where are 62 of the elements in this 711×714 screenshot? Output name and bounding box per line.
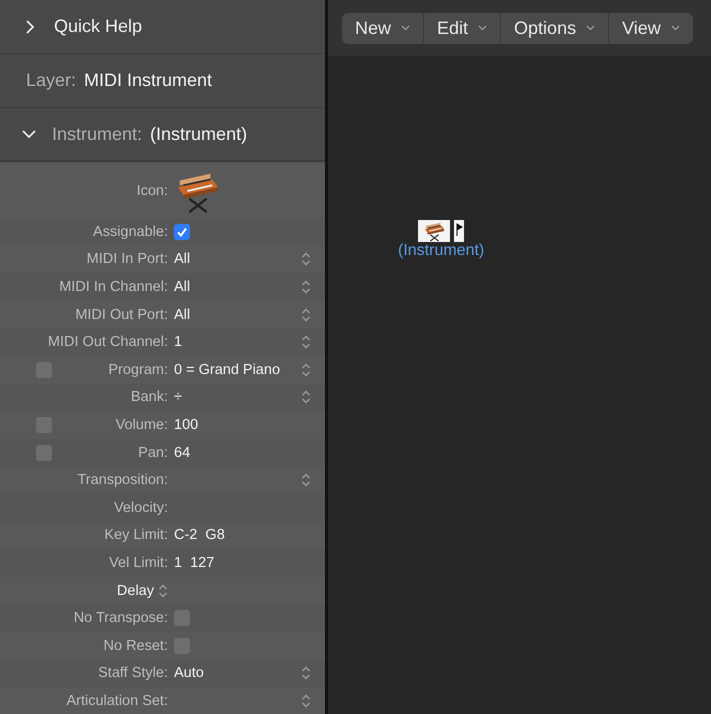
chevron-down-icon [586,25,596,31]
stepper-icon[interactable] [301,665,311,682]
chevron-down-icon [401,25,410,31]
field-value[interactable]: C-2 G8 [174,527,225,544]
field-label: No Transpose: [74,610,168,626]
field-label: Key Limit: [104,527,168,544]
stepper-icon[interactable] [301,692,311,709]
object-name[interactable]: (Instrument) [398,242,484,260]
field-label: MIDI In Channel: [59,278,168,295]
chevron-down-icon [478,25,488,31]
field-label: Staff Style: [98,665,168,682]
stepper-icon[interactable] [301,389,311,406]
checkbox[interactable] [174,224,190,240]
stepper-icon[interactable] [301,278,311,295]
layer-value: MIDI Instrument [84,70,212,91]
field-value[interactable]: 1 [174,334,182,350]
menu-button[interactable]: New [342,12,424,44]
field-label: No Reset: [104,638,168,654]
layer-label: Layer: [26,70,76,91]
field-value[interactable]: 0 = Grand Piano [174,362,280,378]
field-label: Vel Limit: [109,554,168,571]
keyboard-stand-icon [423,220,446,242]
field-label: Transposition: [77,472,168,488]
field-label: Pan: [138,444,168,461]
chevron-down-icon [670,25,680,31]
quick-help-header[interactable]: Quick Help [0,0,325,54]
field-label: Volume: [116,416,168,433]
field-label: Velocity: [114,500,168,516]
menu-button[interactable]: Options [500,12,608,44]
menu-button[interactable]: View [608,12,693,44]
field-label: MIDI In Port: [86,251,168,268]
section-label: Instrument: [52,124,142,144]
field-label: MIDI Out Channel: [48,334,168,350]
field-value[interactable]: 1 127 [174,554,214,571]
section-header[interactable]: Instrument: (Instrument) [0,108,325,162]
instrument-object-icon[interactable] [418,220,450,242]
field-value[interactable]: All [174,251,190,268]
section-value: (Instrument) [150,124,248,144]
field-value[interactable]: All [174,278,190,295]
stepper-icon[interactable] [158,582,168,599]
stepper-icon[interactable] [301,472,311,488]
output-port-icon[interactable] [454,220,464,242]
field-label: Program: [108,362,168,378]
field-label: MIDI Out Port: [75,306,168,323]
field-value[interactable]: 64 [174,444,190,461]
field-value[interactable]: ÷ [174,389,182,406]
quick-help-title: Quick Help [54,16,142,37]
field-value[interactable]: 100 [174,416,198,433]
stepper-icon[interactable] [301,362,311,378]
enable-checkbox[interactable] [36,444,52,461]
stepper-icon[interactable] [301,306,311,323]
menu-button[interactable]: Edit [423,12,500,44]
field-value[interactable]: Auto [174,665,204,682]
field-label: Icon: [136,183,168,199]
delay-popup[interactable]: Delay [116,582,154,599]
field-value[interactable]: All [174,306,190,323]
field-label: Assignable: [93,224,168,240]
field-label: Articulation Set: [66,692,168,709]
stepper-icon[interactable] [301,251,311,268]
field-label: Bank: [130,389,168,406]
stepper-icon[interactable] [301,334,311,350]
checkbox[interactable] [174,610,190,626]
